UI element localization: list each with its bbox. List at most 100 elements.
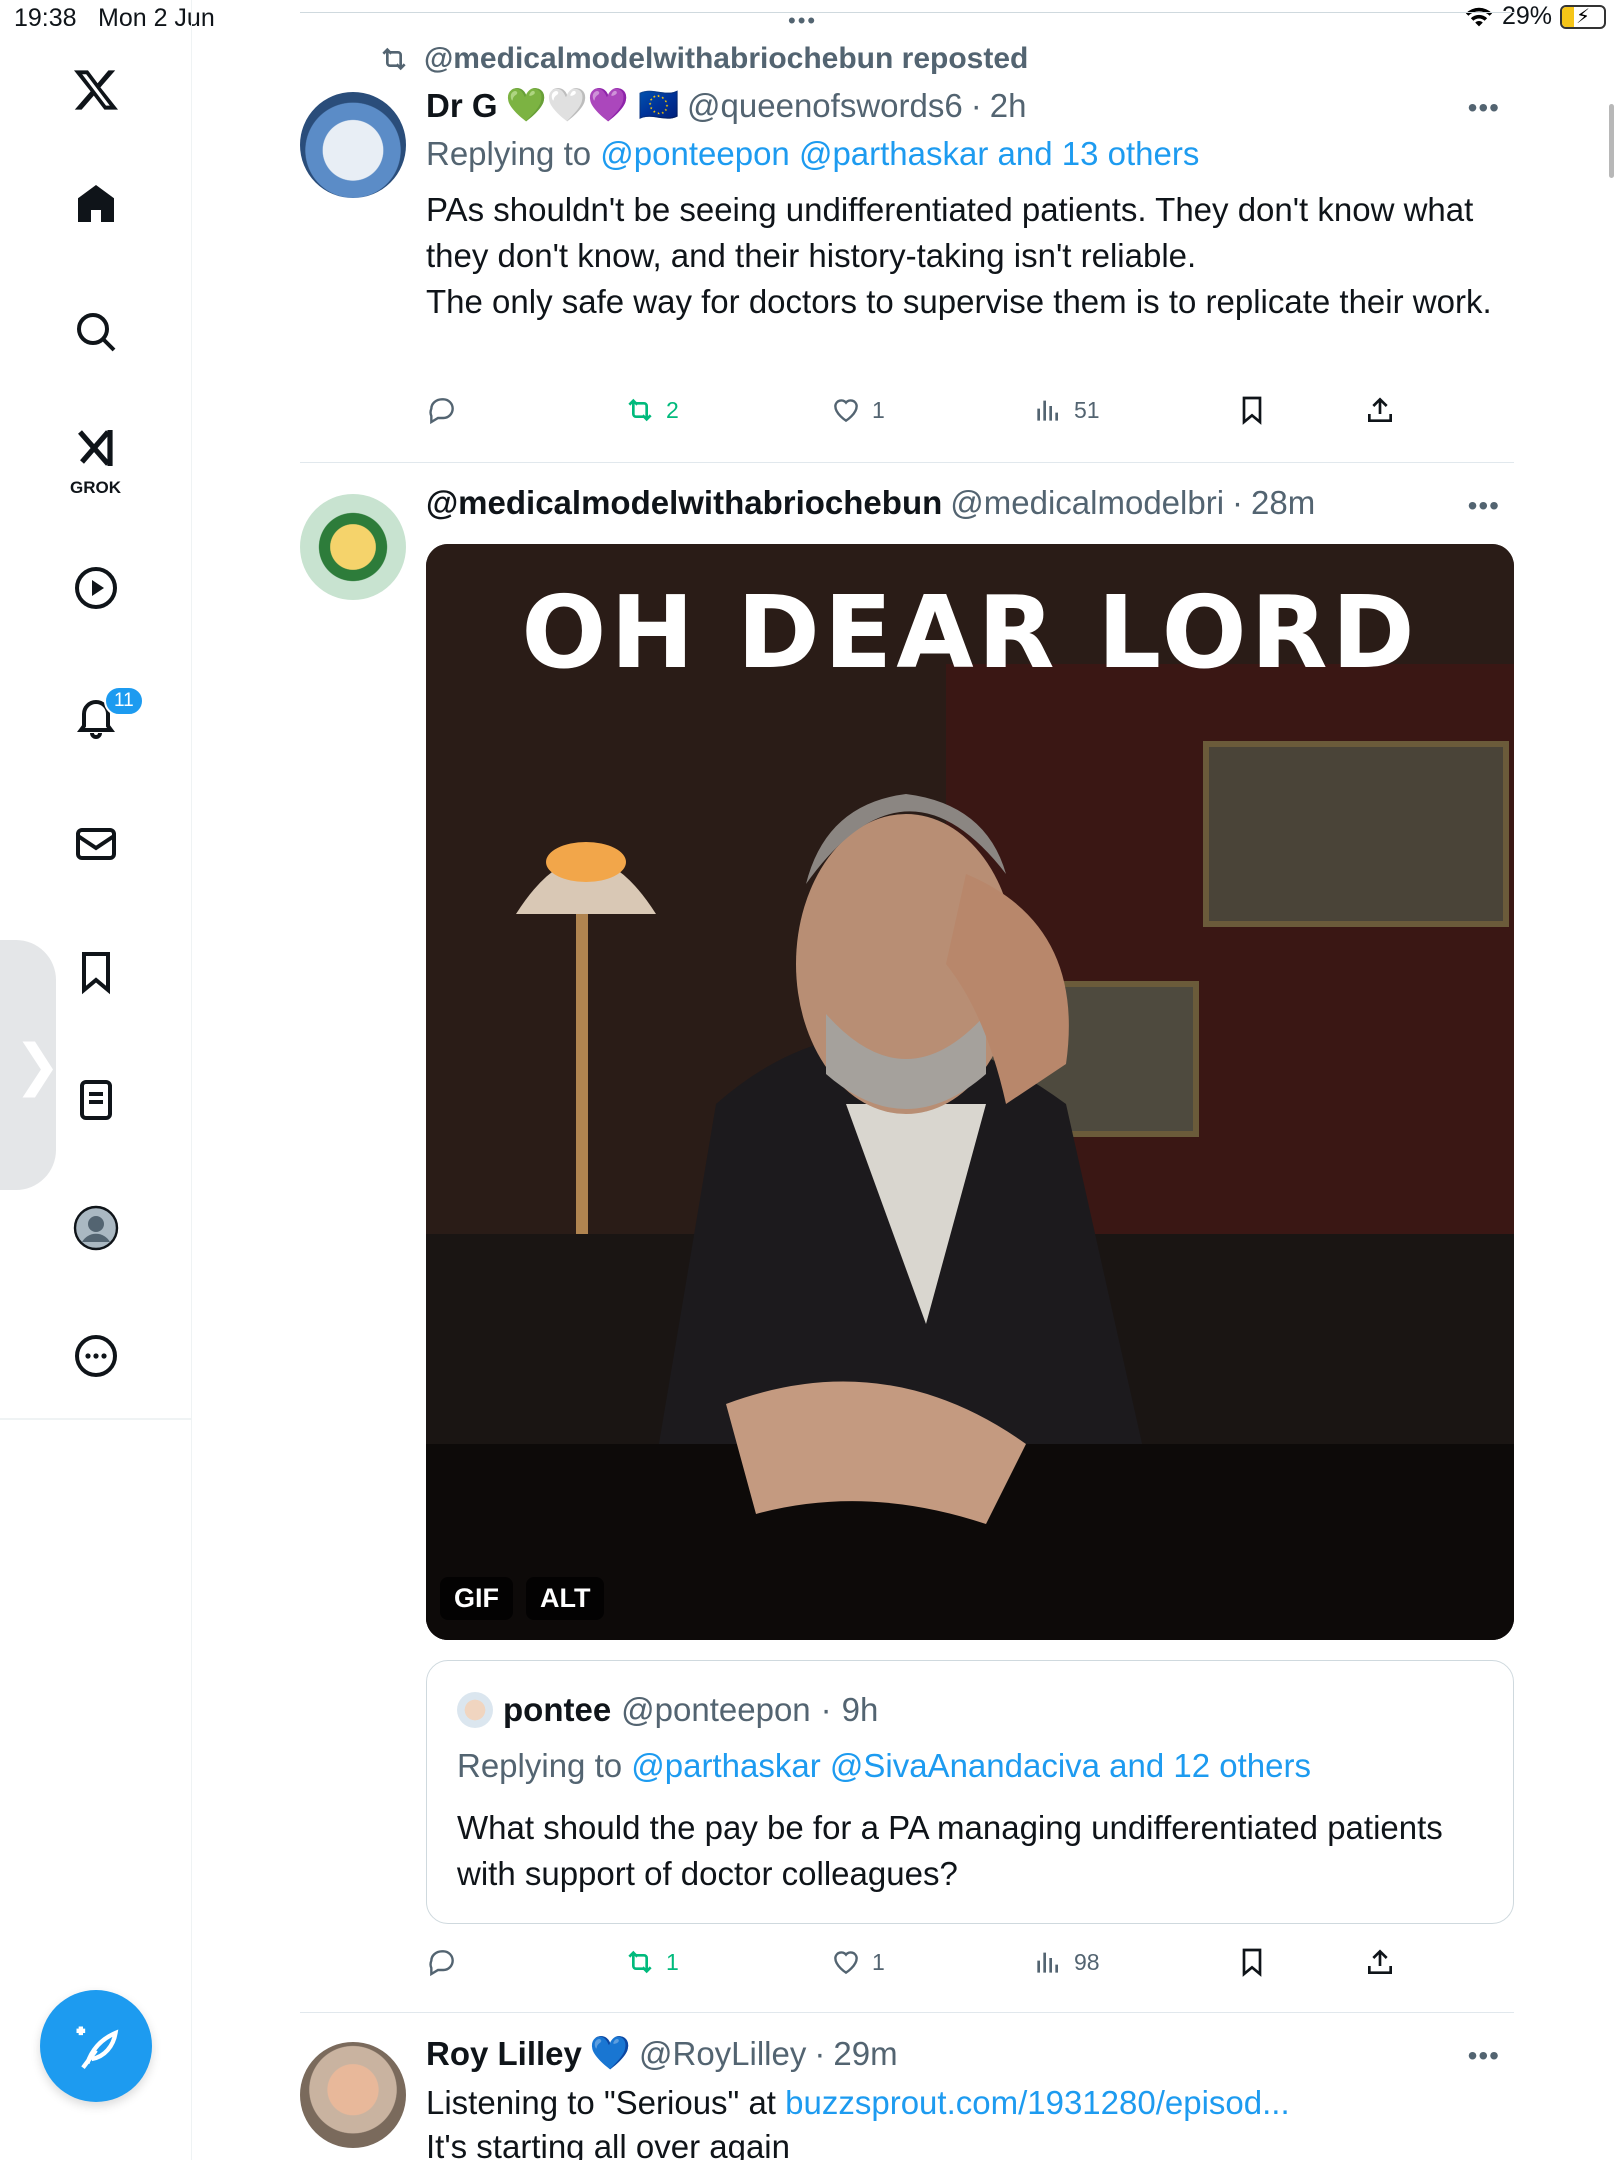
- avatar[interactable]: [300, 494, 406, 600]
- replying-prefix: Replying to: [426, 135, 592, 172]
- gif-caption: OH DEAR LORD: [521, 574, 1419, 691]
- like-button[interactable]: 1: [830, 1946, 885, 1978]
- alt-badge[interactable]: ALT: [526, 1577, 605, 1620]
- quoted-author-name: pontee: [503, 1691, 612, 1728]
- replying-to: Replying to @ponteepon @parthaskar and 1…: [426, 135, 1514, 173]
- avatar[interactable]: [300, 92, 406, 198]
- tweet-header: @medicalmodelwithabriochebun @medicalmod…: [426, 484, 1514, 522]
- more-icon[interactable]: •••: [1468, 2040, 1500, 2072]
- heart-icon: [834, 1951, 858, 1975]
- reposted-by-label[interactable]: @medicalmodelwithabriochebun reposted: [424, 42, 1028, 76]
- like-count: 1: [872, 396, 885, 423]
- views-count: 51: [1074, 396, 1100, 423]
- tweet-header: Dr G 💚🤍💜 🇪🇺 @queenofswords6 · 2h: [426, 86, 1514, 125]
- author-handle[interactable]: @medicalmodelbri: [950, 484, 1224, 522]
- reply-button[interactable]: [426, 394, 458, 426]
- views-chart-icon: [1037, 1952, 1058, 1973]
- search-icon[interactable]: [56, 292, 136, 372]
- dot-separator: ·: [970, 86, 982, 124]
- home-icon[interactable]: [56, 164, 136, 244]
- more-options-icon[interactable]: [56, 1316, 136, 1396]
- repost-button[interactable]: 1: [624, 1946, 679, 1978]
- reply-icon: [429, 398, 454, 425]
- reply-icon: [429, 1950, 454, 1977]
- avatar[interactable]: [300, 2042, 406, 2148]
- repost-icon: [628, 1950, 652, 1974]
- quoted-text: What should the pay be for a PA managing…: [457, 1809, 1443, 1892]
- video-play-icon[interactable]: [56, 548, 136, 628]
- views-count: 98: [1074, 1948, 1100, 1975]
- author-name[interactable]: Dr G: [426, 87, 498, 125]
- tweet-text: PAs shouldn't be seeing undifferentiated…: [426, 191, 1492, 320]
- more-icon[interactable]: •••: [1468, 490, 1500, 522]
- name-emojis: 💚🤍💜 🇪🇺: [505, 86, 680, 123]
- lists-icon[interactable]: [56, 1060, 136, 1140]
- battery-icon: ⚡: [1560, 4, 1606, 29]
- replying-to-users: @parthaskar @SivaAnandaciva and 12 other…: [631, 1747, 1312, 1784]
- repost-button[interactable]: 2: [624, 394, 679, 426]
- share-button[interactable]: [1364, 394, 1396, 426]
- x-logo-icon[interactable]: [56, 50, 136, 130]
- bookmark-icon: [1242, 396, 1262, 425]
- gif-scene-image: [426, 544, 1514, 1640]
- compose-post-button[interactable]: [40, 1990, 152, 2102]
- profile-avatar-icon[interactable]: [56, 1188, 136, 1268]
- drawer-handle[interactable]: ❯: [0, 940, 61, 1190]
- tweet-link[interactable]: buzzsprout.com/1931280/episod...: [785, 2084, 1290, 2121]
- post-time[interactable]: 28m: [1251, 484, 1315, 522]
- notifications-badge: 11: [104, 686, 144, 716]
- tweet-actions: 2 1 51: [426, 394, 1426, 434]
- bookmark-icon: [1242, 1948, 1262, 1977]
- quoted-avatar: [457, 1692, 493, 1728]
- name-emojis: 💙: [589, 2034, 631, 2071]
- views-button[interactable]: 98: [1032, 1946, 1100, 1978]
- reply-button[interactable]: [426, 1946, 458, 1978]
- tweet[interactable]: @medicalmodelwithabriochebun @medicalmod…: [300, 462, 1514, 2010]
- tweet-text-prefix: Listening to "Serious" at: [426, 2084, 786, 2121]
- tweet[interactable]: @medicalmodelwithabriochebun reposted Dr…: [300, 0, 1514, 460]
- quoted-tweet[interactable]: pontee @ponteepon · 9h Replying to @part…: [426, 1660, 1514, 1924]
- views-chart-icon: [1037, 400, 1058, 421]
- post-time[interactable]: 29m: [833, 2035, 897, 2073]
- feather-plus-icon: [76, 2026, 119, 2069]
- dot-separator: ·: [1232, 484, 1244, 521]
- grok-icon[interactable]: [56, 408, 136, 488]
- dot-separator: ·: [814, 2034, 826, 2072]
- repost-count: 1: [666, 1948, 679, 1975]
- post-time[interactable]: 2h: [990, 87, 1027, 125]
- author-handle[interactable]: @RoyLilley: [639, 2035, 806, 2073]
- like-button[interactable]: 1: [830, 394, 885, 426]
- gif-media[interactable]: OH DEAR LORD GIF ALT: [426, 544, 1514, 1640]
- bookmarks-icon[interactable]: [56, 932, 136, 1012]
- messages-envelope-icon[interactable]: [56, 804, 136, 884]
- bookmark-button[interactable]: [1236, 394, 1268, 426]
- views-button[interactable]: 51: [1032, 394, 1100, 426]
- repost-context: @medicalmodelwithabriochebun reposted: [378, 42, 1028, 76]
- tweet-text: Listening to "Serious" at buzzsprout.com…: [426, 2081, 1514, 2160]
- author-name[interactable]: Roy Lilley: [426, 2035, 582, 2073]
- sidebar-divider: [0, 1418, 192, 1420]
- author-handle[interactable]: @queenofswords6: [687, 87, 963, 125]
- scrollbar[interactable]: [1609, 104, 1614, 178]
- author-name[interactable]: @medicalmodelwithabriochebun: [426, 484, 942, 522]
- repost-icon: [382, 47, 406, 71]
- like-count: 1: [872, 1948, 885, 1975]
- tweet-text-line2: It's starting all over again: [426, 2128, 790, 2160]
- share-icon: [1368, 1949, 1392, 1974]
- replying-to-users[interactable]: @ponteepon @parthaskar and 13 others: [600, 135, 1199, 172]
- quoted-replying-to: Replying to @parthaskar @SivaAnandaciva …: [457, 1747, 1311, 1785]
- tweet-actions: 1 1 98: [426, 1946, 1426, 1986]
- heart-icon: [834, 399, 858, 423]
- share-button[interactable]: [1364, 1946, 1396, 1978]
- quoted-post-time: 9h: [841, 1691, 879, 1728]
- quoted-header: pontee @ponteepon · 9h: [457, 1691, 878, 1729]
- chevron-right-icon: ❯: [14, 1033, 61, 1096]
- dot-separator: ·: [820, 1691, 832, 1728]
- repost-icon: [628, 398, 652, 422]
- bookmark-button[interactable]: [1236, 1946, 1268, 1978]
- more-icon[interactable]: •••: [1468, 92, 1500, 124]
- tweet[interactable]: Roy Lilley 💙 @RoyLilley · 29m Listening …: [300, 2012, 1514, 2160]
- quoted-author-handle: @ponteepon: [621, 1691, 811, 1728]
- tweet-header: Roy Lilley 💙 @RoyLilley · 29m: [426, 2034, 1514, 2073]
- share-icon: [1368, 397, 1392, 422]
